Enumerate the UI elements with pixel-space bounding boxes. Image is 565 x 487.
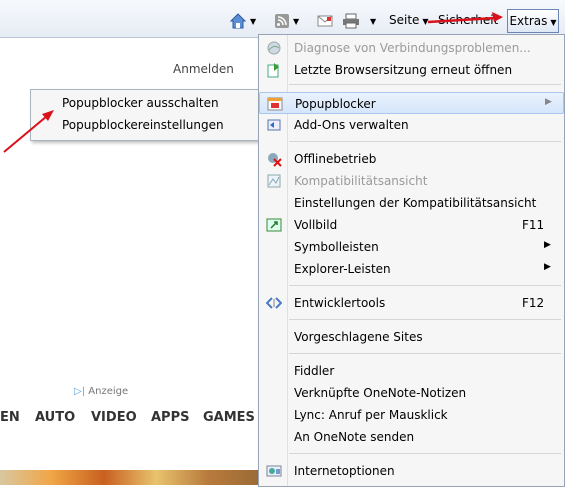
submenu-arrow-icon: ▶: [544, 262, 551, 272]
sign-in-link[interactable]: Anmelden: [173, 62, 234, 76]
menu-separator: [289, 285, 561, 286]
submenu-arrow-icon: ▶: [544, 240, 551, 250]
menu-item-offline[interactable]: Offlinebetrieb: [259, 148, 564, 170]
popup-blocker-submenu: Popupblocker ausschalten Popupblockerein…: [30, 89, 262, 141]
menu-item-fullscreen[interactable]: Vollbild F11: [259, 214, 564, 236]
mail-button[interactable]: [317, 9, 333, 31]
menu-item-lync-call[interactable]: Lync: Anruf per Mausklick: [259, 404, 564, 426]
nav-item-auto[interactable]: AUTO: [35, 410, 75, 425]
menu-item-fiddler[interactable]: Fiddler: [259, 360, 564, 382]
command-bar: ▼ ▼ ▼ Seite ▼ Sicherheit Extras ▼: [0, 0, 565, 38]
menu-item-toolbars[interactable]: Symbolleisten ▶: [259, 236, 564, 258]
menu-item-diagnose[interactable]: Diagnose von Verbindungsproblemen...: [259, 37, 564, 59]
menu-item-popup-blocker[interactable]: Popupblocker ▶: [259, 92, 564, 114]
menu-separator: [289, 319, 561, 320]
home-button[interactable]: ▼: [229, 9, 256, 31]
ad-label: ▷| Anzeige: [74, 386, 129, 397]
menu-item-label: Add-Ons verwalten: [294, 118, 409, 132]
menu-separator: [289, 453, 561, 454]
menu-item-label: Letzte Browsersitzung erneut öffnen: [294, 63, 513, 77]
menu-item-manage-addons[interactable]: Add-Ons verwalten: [259, 114, 564, 136]
menu-item-popup-blocker-settings[interactable]: Popupblockereinstellungen: [62, 118, 224, 132]
menu-item-label: Lync: Anruf per Mausklick: [294, 408, 448, 422]
menu-item-disable-popup-blocker[interactable]: Popupblocker ausschalten: [62, 96, 219, 110]
page-menu-label: Seite: [389, 13, 420, 27]
internet-options-icon: [266, 465, 282, 477]
chevron-down-icon: ▼: [293, 17, 300, 26]
menu-item-label: Explorer-Leisten: [294, 262, 391, 276]
menu-item-shortcut: F11: [522, 218, 545, 232]
menu-item-reopen-session[interactable]: Letzte Browsersitzung erneut öffnen: [259, 59, 564, 81]
menu-item-label: Vorgeschlagene Sites: [294, 330, 423, 344]
menu-item-label: Fiddler: [294, 364, 335, 378]
ad-label-text: Anzeige: [88, 386, 129, 397]
nav-item-games[interactable]: GAMES: [203, 410, 255, 425]
menu-item-label: Einstellungen der Kompatibilitätsansicht: [294, 196, 537, 210]
menu-item-label: Symbolleisten: [294, 240, 379, 254]
nav-item[interactable]: EN: [0, 410, 20, 425]
menu-item-label: Vollbild: [294, 218, 338, 232]
printer-icon: [343, 13, 359, 28]
offline-icon: [268, 153, 282, 167]
diagnose-icon: [267, 41, 281, 55]
feeds-button[interactable]: ▼: [274, 9, 299, 31]
nav-item-video[interactable]: VIDEO: [91, 410, 137, 425]
menu-item-label: Popupblocker: [295, 97, 376, 111]
menu-item-label: Diagnose von Verbindungsproblemen...: [294, 41, 531, 55]
menu-item-developer-tools[interactable]: Entwicklertools F12: [259, 292, 564, 314]
rss-icon: [275, 13, 289, 28]
tools-menu-button[interactable]: Extras ▼: [507, 9, 559, 33]
fullscreen-icon: [266, 218, 282, 232]
menu-separator: [289, 141, 561, 142]
safety-menu-button[interactable]: Sicherheit: [438, 9, 498, 31]
compat-view-icon: [267, 174, 281, 188]
menu-item-internet-options[interactable]: Internetoptionen: [259, 460, 564, 482]
chevron-down-icon: ▼: [370, 17, 377, 26]
menu-item-compat-view[interactable]: Kompatibilitätsansicht: [259, 170, 564, 192]
tools-menu-label: Extras: [509, 14, 548, 28]
menu-item-label: Entwicklertools: [294, 296, 386, 310]
safety-menu-label: Sicherheit: [438, 13, 499, 27]
menu-separator: [289, 84, 561, 85]
tools-menu: Diagnose von Verbindungsproblemen... Let…: [258, 34, 565, 487]
chevron-down-icon: ▼: [250, 17, 257, 26]
menu-item-shortcut: F12: [522, 296, 545, 310]
devtools-icon: [266, 297, 282, 309]
addons-icon: [267, 119, 281, 131]
menu-item-label: An OneNote senden: [294, 430, 415, 444]
menu-item-label: Verknüpfte OneNote-Notizen: [294, 386, 467, 400]
mail-icon: [317, 15, 333, 26]
menu-item-onenote-linked-notes[interactable]: Verknüpfte OneNote-Notizen: [259, 382, 564, 404]
nav-item-apps[interactable]: APPS: [151, 410, 189, 425]
menu-item-label: Kompatibilitätsansicht: [294, 174, 428, 188]
menu-item-compat-settings[interactable]: Einstellungen der Kompatibilitätsansicht: [259, 192, 564, 214]
reopen-session-icon: [267, 63, 279, 78]
news-image[interactable]: [0, 470, 260, 485]
menu-separator: [289, 353, 561, 354]
print-button[interactable]: ▼: [342, 9, 376, 31]
submenu-arrow-icon: ▶: [545, 97, 552, 107]
menu-item-send-to-onenote[interactable]: An OneNote senden: [259, 426, 564, 448]
menu-item-explorer-bars[interactable]: Explorer-Leisten ▶: [259, 258, 564, 280]
home-icon: [229, 12, 247, 28]
chevron-down-icon: ▼: [550, 18, 557, 27]
menu-item-suggested-sites[interactable]: Vorgeschlagene Sites: [259, 326, 564, 348]
page-menu-button[interactable]: Seite ▼: [389, 9, 429, 31]
popup-blocker-icon: [267, 97, 283, 111]
chevron-down-icon: ▼: [422, 17, 429, 26]
menu-item-label: Offlinebetrieb: [294, 152, 377, 166]
menu-item-label: Internetoptionen: [294, 464, 395, 478]
ad-choices-icon: ▷: [74, 386, 82, 397]
